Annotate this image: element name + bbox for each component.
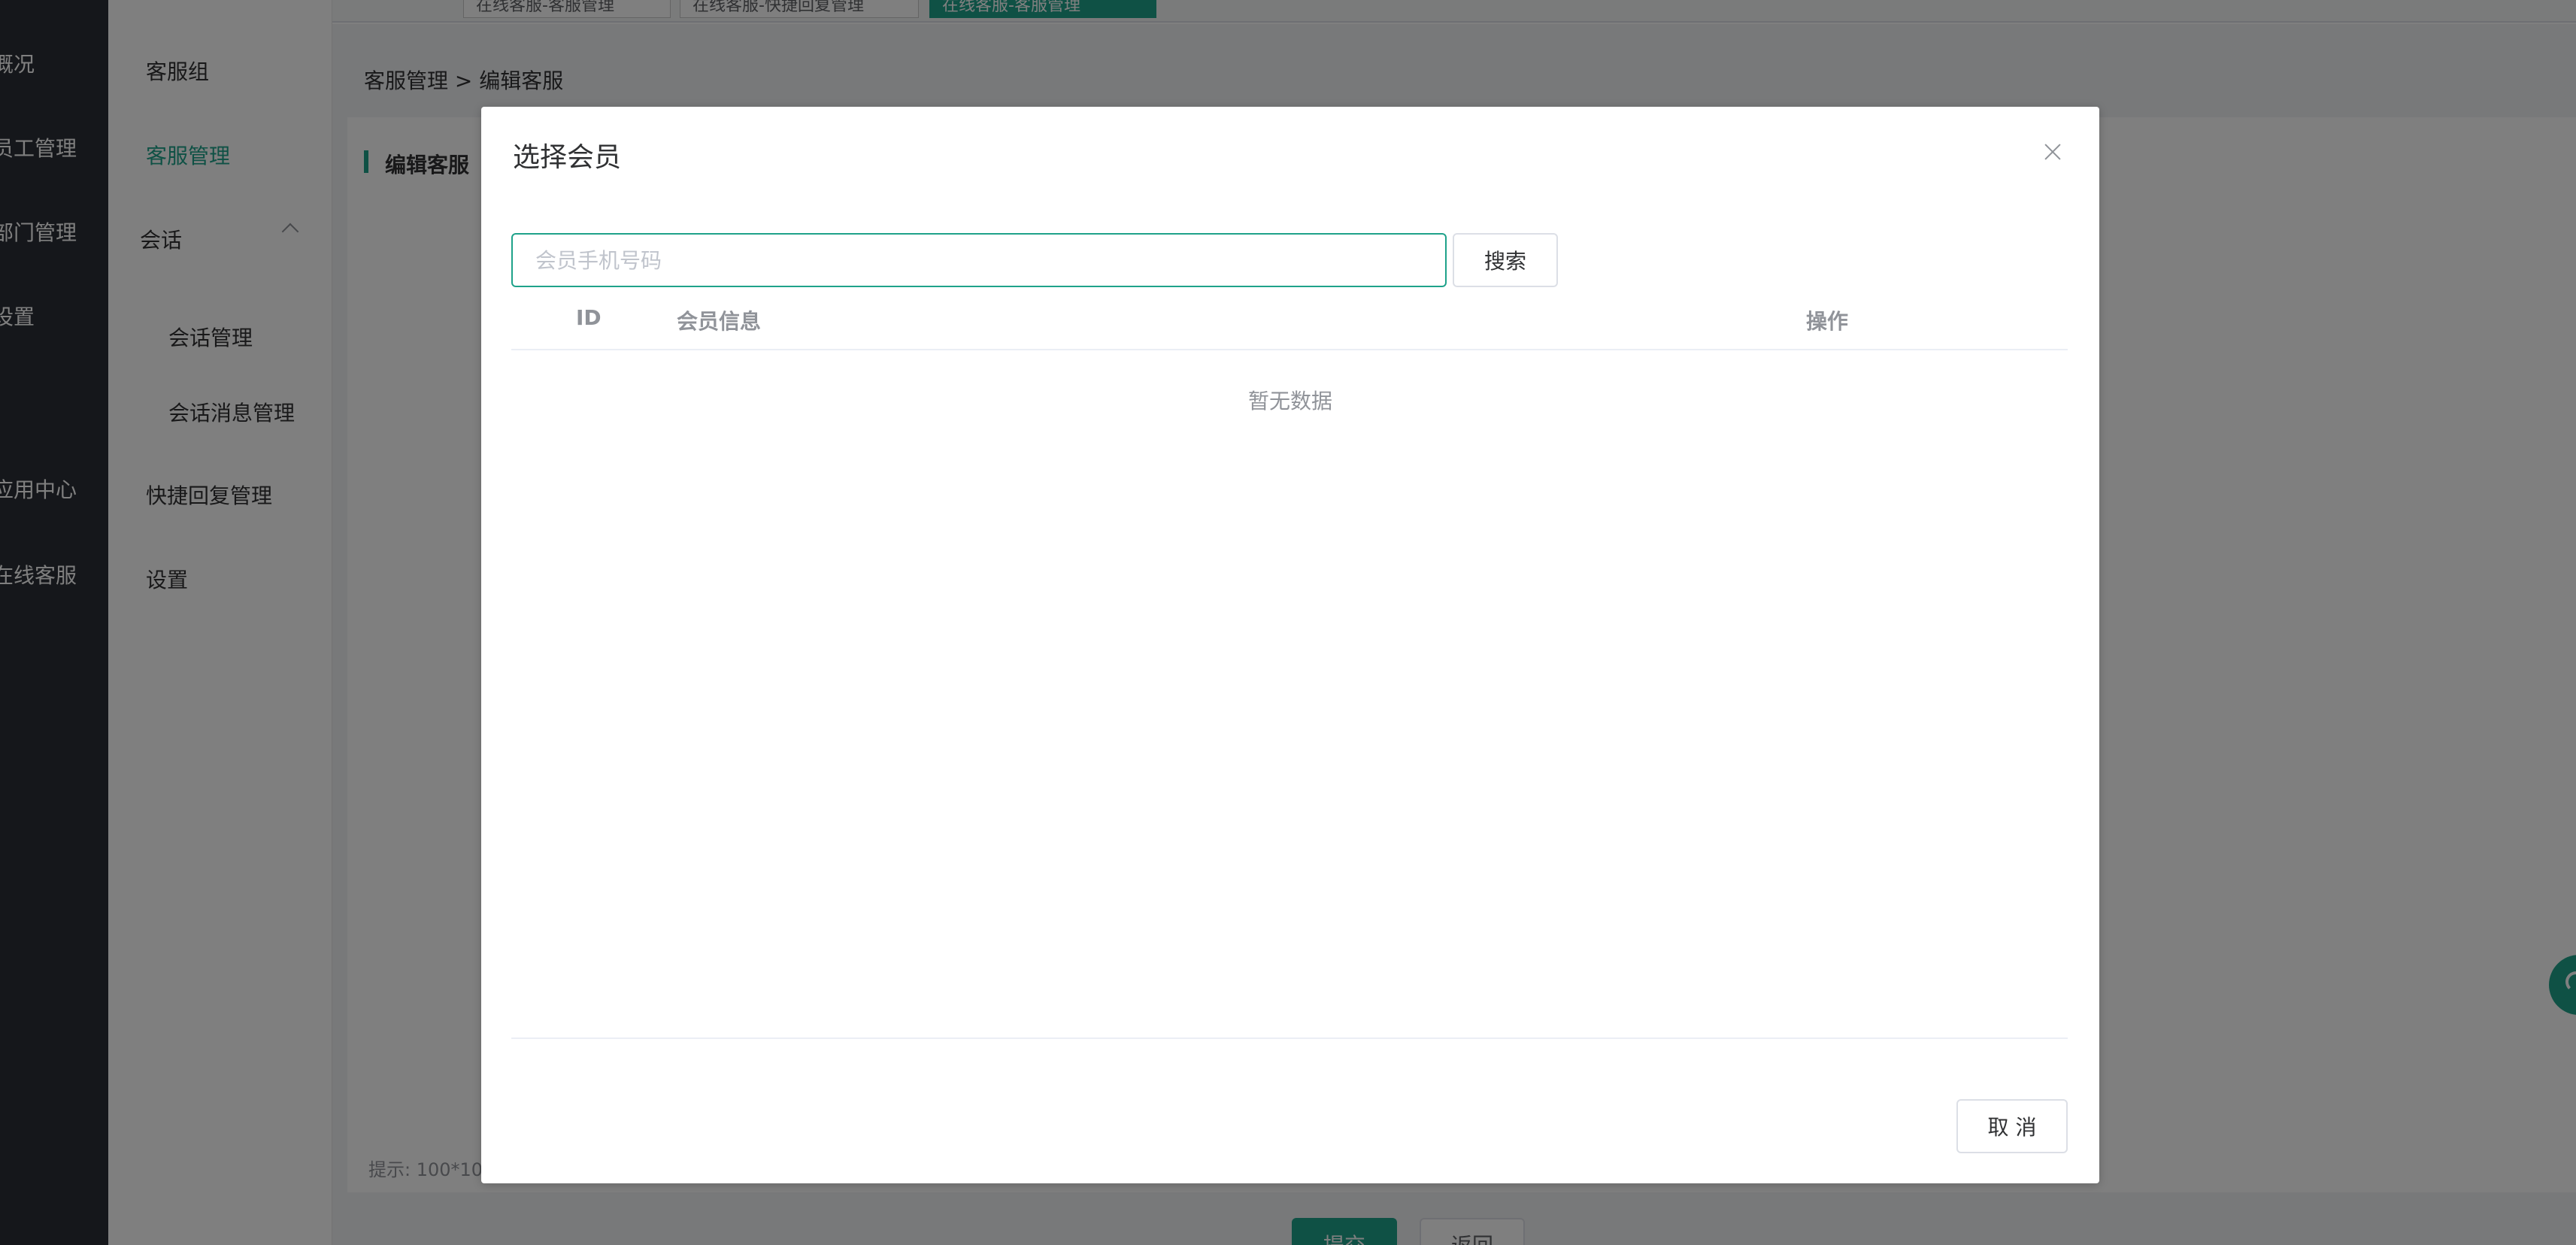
dialog-title: 选择会员 [513, 142, 622, 173]
select-member-dialog: 选择会员 搜索 ID 会员信息 操作 暂无数据 取 消 [481, 107, 2099, 1183]
close-icon[interactable] [2038, 137, 2068, 167]
search-button[interactable]: 搜索 [1453, 233, 1558, 287]
column-header-member-info: 会员信息 [677, 309, 762, 334]
member-phone-search-input[interactable] [511, 233, 1447, 287]
cancel-button[interactable]: 取 消 [1956, 1099, 2068, 1153]
column-header-actions: 操作 [1806, 309, 1849, 334]
empty-state-text: 暂无数据 [1247, 389, 1332, 413]
member-table-header: ID 会员信息 操作 [511, 290, 2068, 350]
column-header-id: ID [576, 305, 602, 330]
table-divider [511, 1038, 2068, 1039]
